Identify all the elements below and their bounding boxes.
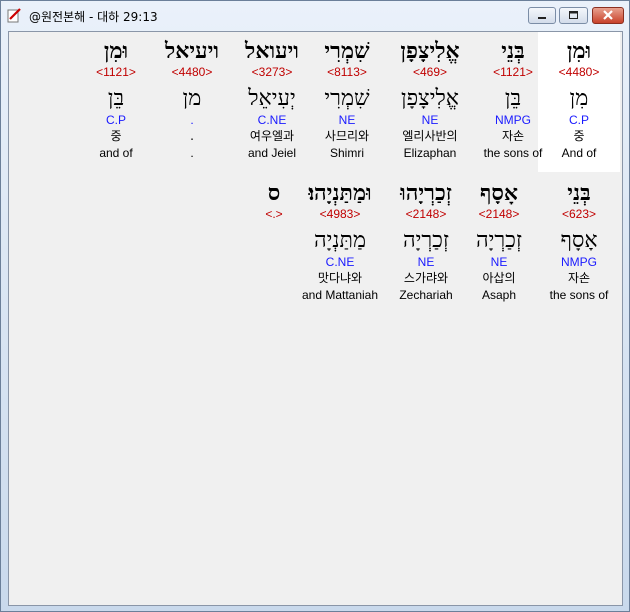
morphology-code: NE	[417, 255, 435, 269]
lemma-word: אֱלִיצָפָן	[401, 86, 459, 111]
strong-number[interactable]: <469>	[389, 64, 471, 80]
morphology-code: NMPG	[495, 113, 531, 127]
korean-gloss: .	[190, 129, 194, 143]
hebrew-word: אָסָף	[479, 180, 519, 206]
main-window: @원전본해 - 대하 29:13 וּמִן <4480> מִן C.P 중 …	[0, 0, 630, 612]
korean-gloss: 맛다냐와	[317, 271, 363, 285]
korean-gloss: 사므리와	[324, 129, 370, 143]
lemma-word: מַתַּנְיָה	[313, 228, 367, 253]
word-cell[interactable]: בְּנֵי <623> אָסָף NMPG 자손 the sons of	[538, 174, 620, 304]
word-cell[interactable]: ויעיאל <4480> מן . . .	[151, 32, 233, 162]
hebrew-word: ויעואל	[245, 38, 299, 64]
maximize-icon	[569, 11, 578, 19]
english-gloss: Elizaphan	[403, 146, 457, 160]
english-gloss: and Mattaniah	[301, 288, 379, 302]
english-gloss: Shimri	[329, 146, 364, 160]
minimize-icon	[538, 17, 546, 19]
title-bar[interactable]: @원전본해 - 대하 29:13	[1, 1, 629, 29]
word-cell[interactable]: וּמִן <1121> בֵּן C.P 중 and of	[75, 32, 157, 162]
strong-number[interactable]: <4983>	[295, 206, 385, 222]
word-cell[interactable]: בְּנֵי <1121> בֵּן NMPG 자손 the sons of	[472, 32, 554, 162]
strong-number[interactable]: <4480>	[151, 64, 233, 80]
korean-gloss: 여우엘과	[249, 129, 295, 143]
strong-number[interactable]: <8113>	[306, 64, 388, 80]
morphology-code: NMPG	[561, 255, 597, 269]
english-gloss: and of	[99, 146, 133, 160]
hebrew-word: שִׁמְרִי	[324, 38, 370, 64]
lemma-word: אָסָף	[560, 228, 598, 253]
morphology-code: NE	[338, 113, 356, 127]
word-cell[interactable]: וּמַתַּנְיָהוּ׃ <4983> מַתַּנְיָה C.NE 맛…	[295, 174, 385, 304]
morphology-code: C.NE	[325, 255, 355, 269]
strong-number[interactable]: <623>	[538, 206, 620, 222]
morphology-code: NE	[490, 255, 508, 269]
morphology-code: C.P	[105, 113, 126, 127]
lemma-word: שִׁמְרִי	[324, 86, 370, 111]
hebrew-word: ויעיאל	[164, 38, 220, 64]
lemma-word: מן	[182, 86, 202, 111]
hebrew-word: זְכַרְיָהוּ	[400, 180, 452, 206]
close-button[interactable]	[592, 7, 624, 24]
english-gloss: .	[190, 146, 194, 160]
strong-number[interactable]: <.>	[254, 206, 294, 222]
korean-gloss: 자손	[567, 271, 591, 285]
strong-number[interactable]: <3273>	[231, 64, 313, 80]
strong-number[interactable]: <1121>	[75, 64, 157, 80]
word-cell[interactable]: ויעואל <3273> יְעִיאֵל C.NE 여우엘과 and Jei…	[231, 32, 313, 162]
korean-gloss: 중	[110, 129, 122, 143]
maximize-button[interactable]	[559, 7, 588, 24]
morphology-code: C.NE	[257, 113, 287, 127]
hebrew-word: וּמַתַּנְיָהוּ׃	[308, 180, 372, 206]
english-gloss: the sons of	[483, 146, 543, 160]
lemma-word: בֵּן	[504, 86, 522, 111]
word-cell[interactable]: אָסָף <2148> זְכַרְיָה NE 아삽의 Asaph	[458, 174, 540, 304]
korean-gloss: 스가랴와	[403, 271, 449, 285]
strong-number[interactable]: <1121>	[472, 64, 554, 80]
lemma-word: יְעִיאֵל	[248, 86, 296, 111]
lemma-word: זְכַרְיָה	[475, 228, 523, 253]
app-icon	[7, 7, 23, 23]
window-title: @원전본해 - 대하 29:13	[29, 10, 158, 24]
hebrew-word: וּמִן	[103, 38, 129, 64]
english-gloss: the sons of	[549, 288, 609, 302]
hebrew-word: בְּנֵי	[501, 38, 525, 64]
minimize-button[interactable]	[528, 7, 556, 24]
lemma-word: זְכַרְיָה	[402, 228, 450, 253]
word-cell[interactable]: זְכַרְיָהוּ <2148> זְכַרְיָה NE 스가랴와 Zec…	[385, 174, 467, 304]
hebrew-word: אֱלִיצָפָן	[400, 38, 460, 64]
strong-number[interactable]: <2148>	[385, 206, 467, 222]
english-gloss: Zechariah	[399, 288, 453, 302]
strong-number[interactable]: <2148>	[458, 206, 540, 222]
english-gloss: Asaph	[481, 288, 517, 302]
english-gloss: and Jeiel	[247, 146, 297, 160]
word-cell[interactable]: אֱלִיצָפָן <469> אֱלִיצָפָן NE 엘리사반의 Eli…	[389, 32, 471, 162]
korean-gloss: 자손	[501, 129, 525, 143]
lemma-word: בֵּן	[107, 86, 125, 111]
korean-gloss: 아삽의	[482, 271, 516, 285]
interlinear-panel[interactable]: וּמִן <4480> מִן C.P 중 And of בְּנֵי <11…	[8, 31, 623, 606]
morphology-code: NE	[421, 113, 439, 127]
hebrew-word: ס	[267, 180, 281, 206]
morphology-code: .	[190, 113, 194, 127]
korean-gloss: 엘리사반의	[402, 129, 458, 143]
hebrew-word: בְּנֵי	[567, 180, 591, 206]
word-cell[interactable]: שִׁמְרִי <8113> שִׁמְרִי NE 사므리와 Shimri	[306, 32, 388, 162]
word-cell[interactable]: ס <.>	[254, 174, 294, 222]
close-icon	[603, 10, 613, 20]
